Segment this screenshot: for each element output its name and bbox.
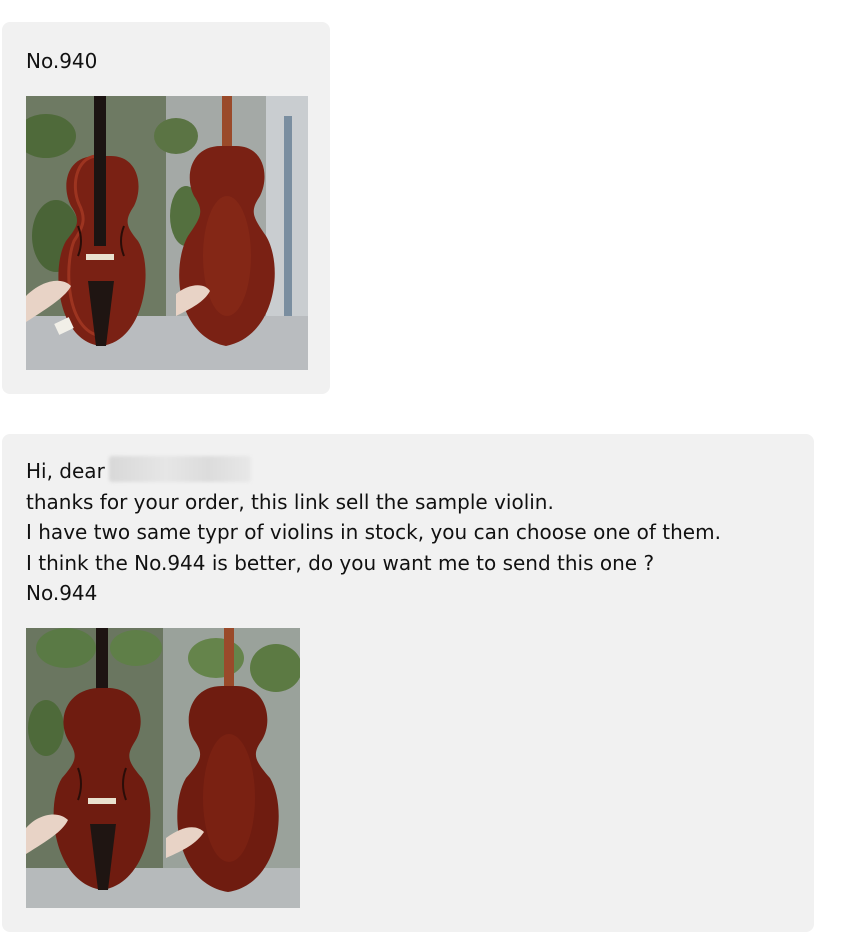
violin-photo-icon xyxy=(26,628,300,908)
message-line: No.944 xyxy=(26,581,98,606)
greeting-text: Hi, dear xyxy=(26,459,105,483)
message-bubble: No.940 xyxy=(2,22,330,394)
violin-photo[interactable] xyxy=(26,628,300,908)
message-line: I think the No.944 is better, do you wan… xyxy=(26,550,655,575)
violin-photo[interactable] xyxy=(26,96,308,370)
message-line: thanks for your order, this link sell th… xyxy=(26,489,554,514)
violin-photo-icon xyxy=(26,96,308,370)
message-text-block: Hi, dear thanks for your order, this lin… xyxy=(26,456,721,609)
greeting-line: Hi, dear xyxy=(26,456,721,487)
message-text: No.940 xyxy=(26,49,98,73)
message-line: I have two same typr of violins in stock… xyxy=(26,520,721,545)
redacted-name-blur xyxy=(108,456,251,482)
message-bubble: Hi, dear thanks for your order, this lin… xyxy=(2,434,814,932)
